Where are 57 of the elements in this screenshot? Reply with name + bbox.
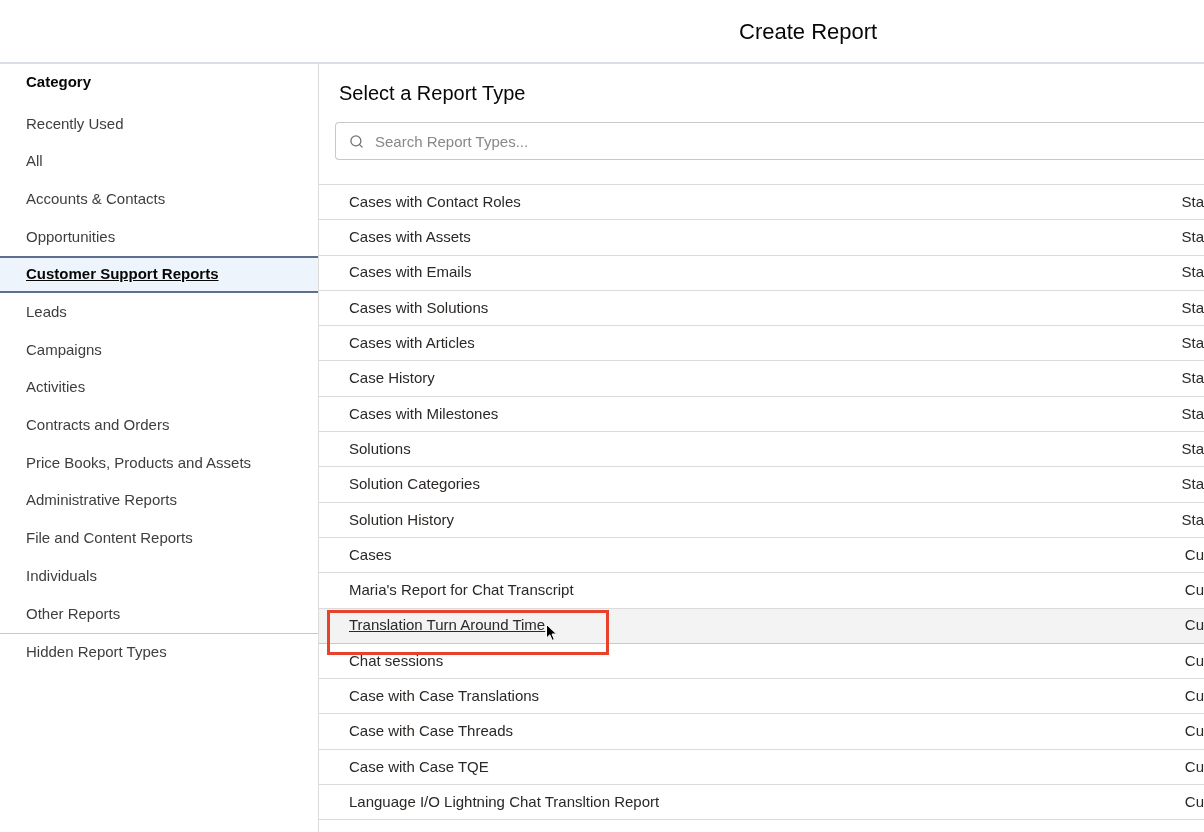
search-icon <box>349 133 364 149</box>
cell-text: Cu <box>1184 686 1204 707</box>
cell-text: Cu <box>1184 650 1204 671</box>
category-item[interactable]: Individuals <box>0 557 318 595</box>
report-type-name: Case History <box>349 368 435 389</box>
cell-text: Cu <box>1184 791 1204 812</box>
cell-text: Sta <box>1181 333 1204 354</box>
category-item[interactable]: Price Books, Products and Assets <box>0 444 318 482</box>
report-type-name: Cases <box>349 544 392 565</box>
report-type-name: Cases with Assets <box>349 227 471 248</box>
report-type-name: Case with Case Threads <box>349 721 513 742</box>
report-type-name: Cases with Articles <box>349 333 475 354</box>
category-item[interactable]: Leads <box>0 293 318 332</box>
report-type-name: Case with Case TQE <box>349 756 489 777</box>
report-type-name: Solution History <box>349 509 455 530</box>
pointer-cursor-icon <box>546 624 558 642</box>
cell-text: Sta <box>1181 438 1204 459</box>
category-heading: Category <box>26 72 93 92</box>
category-item[interactable]: Customer Support Reports <box>0 255 318 294</box>
report-type-name: Maria's Report for Chat Transcript <box>349 580 574 601</box>
report-type-name: Solution Categories <box>349 474 480 495</box>
report-type-name: Translation Turn Around Time <box>349 615 546 636</box>
cell-text: Sta <box>1181 191 1204 212</box>
category-item[interactable]: Campaigns <box>0 331 318 369</box>
category-item[interactable]: Activities <box>0 368 318 407</box>
cell-text: Sta <box>1181 403 1204 424</box>
search-field[interactable]: Search Report Types... <box>335 122 1204 160</box>
report-type-name: Cases with Solutions <box>349 297 489 318</box>
cell-text: Sta <box>1181 509 1204 530</box>
category-item[interactable]: File and Content Reports <box>0 519 318 558</box>
cell-text: Sta <box>1181 262 1204 283</box>
report-type-name: Solutions <box>349 438 411 459</box>
cell-text: Sta <box>1181 297 1204 318</box>
category-item[interactable]: Contracts and Orders <box>0 406 318 445</box>
report-type-name: Language I/O Lightning Chat Transltion Report <box>349 791 660 812</box>
cell-text: Cu <box>1184 544 1204 565</box>
category-item[interactable]: Other Reports <box>0 594 318 633</box>
category-item[interactable]: Hidden Report Types <box>0 633 318 672</box>
cell-text: Cu <box>1184 580 1204 601</box>
category-item[interactable]: Administrative Reports <box>0 481 318 520</box>
cell-text: Cu <box>1184 721 1204 742</box>
report-type-name: Cases with Emails <box>349 262 472 283</box>
panel-title: Select a Report Type <box>339 81 527 105</box>
category-item[interactable]: Recently Used <box>0 105 318 143</box>
category-item[interactable]: All <box>0 142 318 181</box>
cell-text: Sta <box>1181 474 1204 495</box>
cell-text: Cu <box>1184 615 1204 636</box>
dialog-title: Create Report <box>739 17 878 46</box>
category-item[interactable]: Opportunities <box>0 218 318 256</box>
cell-text: Sta <box>1181 368 1204 389</box>
cell-text: Sta <box>1181 227 1204 248</box>
report-type-name: Cases with Milestones <box>349 403 499 424</box>
cell-text: Cu <box>1184 756 1204 777</box>
report-type-name: Cases with Contact Roles <box>349 191 521 212</box>
report-type-name: Chat sessions <box>349 650 444 671</box>
report-type-name: Case with Case Translations <box>349 686 540 707</box>
category-item[interactable]: Accounts & Contacts <box>0 180 318 219</box>
